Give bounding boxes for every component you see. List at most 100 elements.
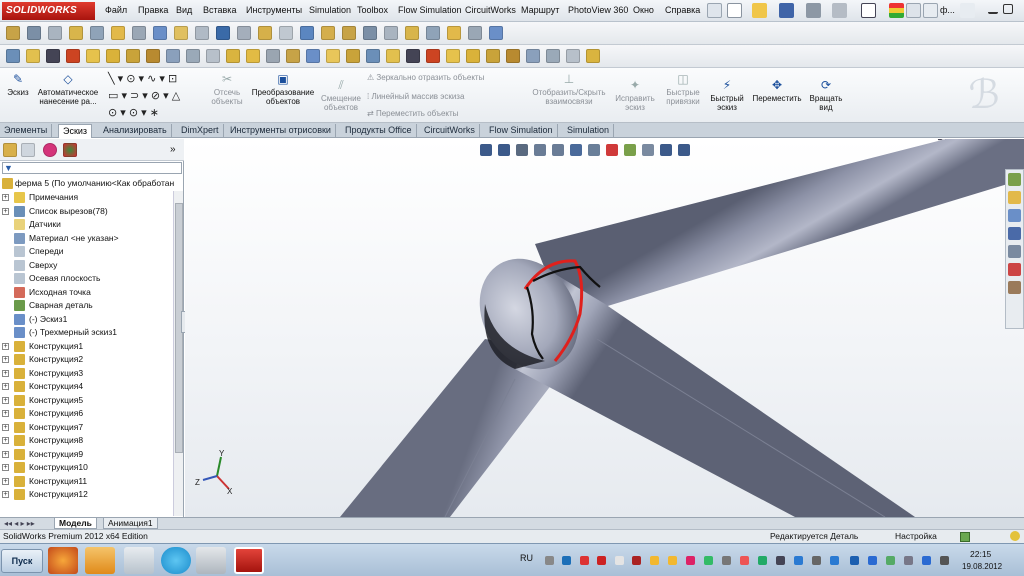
tray-icon[interactable] [850,556,859,565]
skype-icon[interactable] [161,547,191,574]
tray-icon[interactable] [704,556,713,565]
quick-snaps-button[interactable]: ◫ Быстрые привязки [662,72,704,106]
custom-properties-icon[interactable] [1008,281,1021,294]
tree-filter-input[interactable]: ▼ [2,162,182,174]
toolbar-tool-icon[interactable] [86,49,100,63]
rebuild-icon[interactable] [889,3,904,18]
toolbar-tool-icon[interactable] [174,26,188,40]
tree-item[interactable]: Сверху [0,259,172,272]
design-library-icon[interactable] [1008,191,1021,204]
notification-icon[interactable] [1010,531,1020,541]
feature-tree-tab-icon[interactable] [3,143,17,157]
menu-help[interactable]: Справка [665,5,700,15]
expand-icon[interactable]: + [2,342,9,350]
menu-tools[interactable]: Инструменты [246,5,302,15]
expand-icon[interactable]: + [2,450,9,458]
help-status-icon[interactable] [960,532,970,542]
toolbar-tool-icon[interactable] [126,49,140,63]
menu-insert[interactable]: Вставка [203,5,236,15]
toolbar-tool-icon[interactable] [132,26,146,40]
toolbar-tool-icon[interactable] [446,49,460,63]
toolbar-tool-icon[interactable] [300,26,314,40]
toolbar-tool-icon[interactable] [468,26,482,40]
rapid-sketch-button[interactable]: ⚡ Быстрый эскиз [706,78,748,112]
toolbar-tool-icon[interactable] [363,26,377,40]
clock-time[interactable]: 22:15 [970,549,991,559]
toolbar-tool-icon[interactable] [326,49,340,63]
firefox-icon[interactable] [48,547,78,574]
display-relations-button[interactable]: ⊥ Отобразить/Скрыть взаимосвязи [527,72,611,106]
tray-icon[interactable] [650,556,659,565]
select-cursor-icon[interactable] [861,3,876,18]
toolbar-tool-icon[interactable] [506,49,520,63]
tab-scroll-arrows-icon[interactable]: ◂◂ ◂ ▸ ▸▸ [4,519,35,528]
tray-icon[interactable] [668,556,677,565]
menu-circuitworks[interactable]: CircuitWorks [465,5,516,15]
toolbar-tool-icon[interactable] [526,49,540,63]
expand-icon[interactable]: + [2,383,9,390]
tree-item[interactable]: (-) Эскиз1 [0,313,172,326]
tree-item[interactable]: + Конструкция2 [0,353,172,366]
toolbar-tool-icon[interactable] [486,49,500,63]
move-view-button[interactable]: ✥ Переместить [750,78,804,103]
toolbar-tool-icon[interactable] [226,49,240,63]
display-manager-tab-icon[interactable] [63,143,77,157]
tree-item[interactable]: + Конструкция3 [0,367,172,380]
open-folder-icon[interactable] [752,3,767,18]
convert-entities-button[interactable]: ▣ Преобразование объектов [248,72,318,106]
menu-window[interactable]: Окно [633,5,654,15]
toolbar-tool-icon[interactable] [384,26,398,40]
expand-icon[interactable]: + [2,437,9,444]
solidworks-logo[interactable]: SOLIDWORKS [2,2,95,20]
trim-button[interactable]: ✂ Отсечь объекты [207,72,247,106]
rectangle-icon[interactable]: ▭ ▾ ⊃ ▾ ⊘ ▾ △ [108,90,180,102]
toolbar-tool-icon[interactable] [146,49,160,63]
tray-icon[interactable] [597,556,606,565]
toolbar-tool-icon[interactable] [447,26,461,40]
toolbar-tool-icon[interactable] [153,26,167,40]
toolbar-tool-icon[interactable] [69,26,83,40]
expand-icon[interactable]: + [2,396,9,404]
tray-icon[interactable] [686,556,695,565]
expand-icon[interactable]: + [2,207,9,215]
options-icon[interactable] [906,3,921,18]
tree-item[interactable]: + Список вырезов(78) [0,205,172,218]
toolbar-tool-icon[interactable] [90,26,104,40]
expand-icon[interactable]: + [2,491,9,498]
minimize-icon[interactable] [988,4,998,14]
view-palette-icon[interactable] [1008,245,1021,258]
tree-item[interactable]: + Конструкция7 [0,421,172,434]
tray-icon[interactable] [615,556,624,565]
tab-evaluate[interactable]: Анализировать [99,124,172,138]
customize-dropdown[interactable]: Настройка [895,530,937,543]
linear-pattern-button[interactable]: ⁞ Линейный массив эскиза [367,92,464,101]
tab-office-products[interactable]: Продукты Office [341,124,417,138]
toolbar-tool-icon[interactable] [306,49,320,63]
tree-item[interactable]: + Конструкция12 [0,488,172,501]
menu-view[interactable]: Вид [176,5,192,15]
toolbar-tool-icon[interactable] [321,26,335,40]
tray-icon[interactable] [632,556,641,565]
new-file-icon[interactable] [727,3,742,18]
repair-sketch-button[interactable]: ✦ Исправить эскиз [612,78,658,112]
search-field[interactable]: ф... [940,5,955,15]
move-entities-button[interactable]: ⇄ Переместить объекты [367,109,458,118]
resources-icon[interactable] [1008,173,1021,186]
tray-icon[interactable] [740,556,749,565]
expand-icon[interactable]: + [2,423,9,431]
tray-icon[interactable] [794,556,803,565]
toolbar-tool-icon[interactable] [406,49,420,63]
tree-item[interactable]: Осевая плоскость [0,272,172,285]
tab-flow-simulation[interactable]: Flow Simulation [485,124,558,138]
tree-item[interactable]: + Конструкция8 [0,434,172,447]
toolbar-tool-icon[interactable] [26,49,40,63]
tree-item[interactable]: Исходная точка [0,286,172,299]
outlook-icon[interactable] [85,547,115,574]
property-manager-tab-icon[interactable] [21,143,35,157]
language-indicator[interactable]: RU [520,553,533,563]
tree-item[interactable]: + Конструкция9 [0,448,172,461]
toolbar-tool-icon[interactable] [111,26,125,40]
tab-simulation[interactable]: Simulation [563,124,615,138]
toolbar-tool-icon[interactable] [266,49,280,63]
solidworks-taskbar-icon[interactable] [234,547,264,574]
